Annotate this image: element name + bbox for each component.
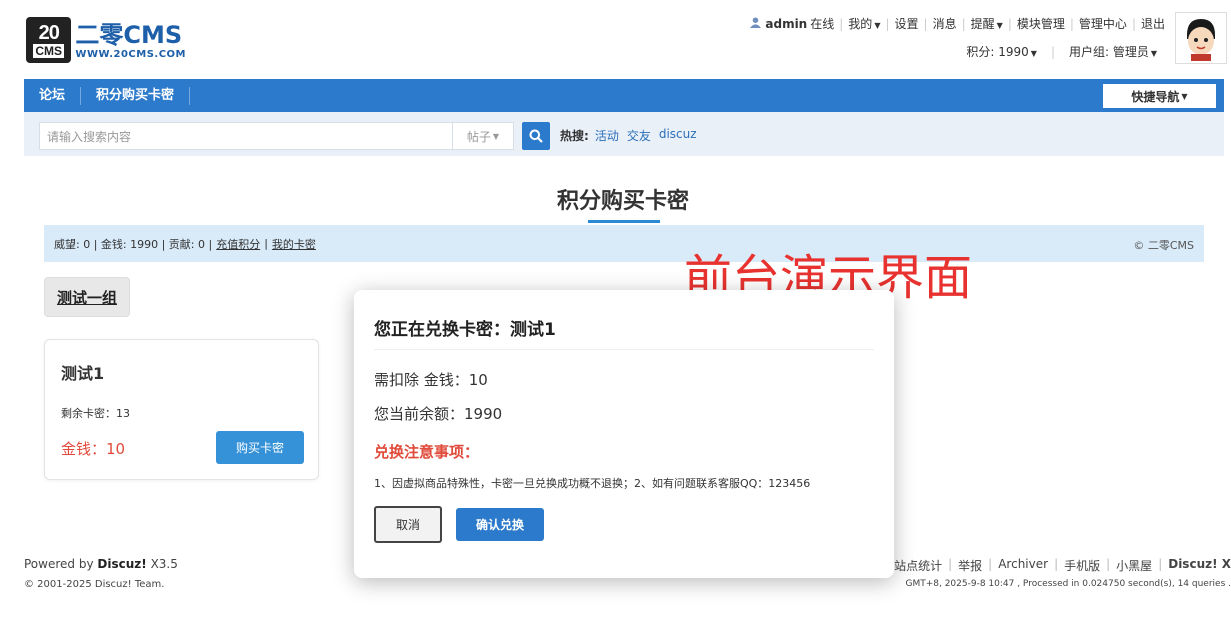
admin-center-link[interactable]: 管理中心 <box>1079 15 1127 32</box>
search-bar: 请输入搜索内容 帖子 ▼ 热搜: 活动 交友 discuz <box>24 112 1224 156</box>
notice-text: 1、因虚拟商品特殊性，卡密一旦兑换成功概不退换；2、如有问题联系客服QQ：123… <box>374 477 811 490</box>
page-title: 积分购买卡密 <box>556 189 689 214</box>
chevron-down-icon: ▼ <box>1030 49 1037 58</box>
main-nav: 论坛 积分购买卡密 快捷导航 ▼ <box>24 79 1224 112</box>
card-remaining: 剩余卡密：13 <box>61 407 130 420</box>
usergroup-menu[interactable]: 用户组: 管理员 ▼ <box>1069 43 1157 60</box>
footer-brand[interactable]: Discuz! X <box>1168 557 1231 574</box>
logo-mark: 20 CMS <box>26 17 72 63</box>
search-type-label: 帖子 <box>466 129 491 144</box>
footer-link-report[interactable]: 举报 <box>958 557 982 574</box>
logo-url: WWW.20CMS.COM <box>75 48 186 60</box>
chevron-down-icon: ▼ <box>1181 91 1188 101</box>
site-copyright: © 二零CMS <box>1133 239 1194 252</box>
nav-item-buy-card[interactable]: 积分购买卡密 <box>81 86 191 105</box>
card-title: 测试1 <box>61 364 105 383</box>
module-admin-link[interactable]: 模块管理 <box>1017 15 1065 32</box>
recharge-link[interactable]: 充值积分 <box>216 236 260 252</box>
footer-stats: GMT+8, 2025-9-8 10:47 , Processed in 0.0… <box>905 579 1231 589</box>
info-separator: | <box>264 237 268 250</box>
logout-link[interactable]: 退出 <box>1141 15 1165 32</box>
logo-mark-top: 20 <box>38 21 60 44</box>
site-logo[interactable]: 20 CMS 二零CMS WWW.20CMS.COM <box>26 15 186 65</box>
user-icon <box>750 16 762 31</box>
online-status: 在线 <box>810 17 835 31</box>
footer-links: 站点统计 | 举报 | Archiver | 手机版 | 小黑屋 | Discuz! X <box>894 557 1231 574</box>
quick-nav-button[interactable]: 快捷导航 ▼ <box>1103 84 1216 108</box>
product-card: 测试1 剩余卡密：13 金钱：10 购买卡密 <box>44 339 319 480</box>
my-menu-label: 我的 <box>848 17 873 31</box>
current-balance: 您当前余额：1990 <box>374 405 503 423</box>
credit-info-bar: 威望: 0 | 金钱: 1990 | 贡献: 0 | 充值积分 | 我的卡密 ©… <box>44 225 1204 262</box>
confirm-exchange-button[interactable]: 确认兑换 <box>456 508 544 541</box>
search-button[interactable] <box>522 122 550 150</box>
usergroup-label: 用户组: 管理员 <box>1068 45 1149 59</box>
hot-link-discuz[interactable]: discuz <box>659 127 697 144</box>
hot-search: 热搜: 活动 交友 discuz <box>560 127 705 144</box>
messages-link[interactable]: 消息 <box>933 15 957 32</box>
search-icon <box>529 129 543 143</box>
nav-item-forum[interactable]: 论坛 <box>24 86 82 105</box>
chevron-down-icon: ▼ <box>996 21 1003 30</box>
search-type-select[interactable]: 帖子 ▼ <box>452 122 514 150</box>
notice-title: 兑换注意事项： <box>374 443 480 461</box>
chevron-down-icon: ▼ <box>1150 49 1157 58</box>
dialog-divider <box>374 349 874 350</box>
dialog-title: 您正在兑换卡密：测试1 <box>374 320 556 340</box>
exchange-dialog: 您正在兑换卡密：测试1 需扣除 金钱：10 您当前余额：1990 兑换注意事项：… <box>354 290 894 578</box>
footer-link-mobile[interactable]: 手机版 <box>1064 557 1100 574</box>
points-menu[interactable]: 积分: 1990 ▼ <box>966 43 1037 60</box>
settings-link[interactable]: 设置 <box>895 15 919 32</box>
powered-brand-link[interactable]: Discuz! <box>97 557 146 571</box>
logo-text: 二零CMS WWW.20CMS.COM <box>75 21 186 60</box>
hot-search-label: 热搜: <box>560 129 589 143</box>
points-label: 积分: 1990 <box>966 45 1029 59</box>
deduct-amount: 需扣除 金钱：10 <box>374 371 488 389</box>
powered-prefix: Powered by <box>24 557 94 571</box>
my-menu[interactable]: 我的 ▼ <box>848 15 880 32</box>
search-input[interactable]: 请输入搜索内容 <box>39 122 454 150</box>
avatar[interactable] <box>1175 12 1227 64</box>
cancel-button[interactable]: 取消 <box>374 506 442 543</box>
chevron-down-icon: ▼ <box>874 21 881 30</box>
footer-link-blacklist[interactable]: 小黑屋 <box>1116 557 1152 574</box>
footer-link-archiver[interactable]: Archiver <box>998 557 1048 574</box>
hot-link-friends[interactable]: 交友 <box>627 127 651 144</box>
title-underline <box>588 220 660 223</box>
footer-link-stats[interactable]: 站点统计 <box>894 557 942 574</box>
logo-mark-bottom: CMS <box>33 43 65 58</box>
notifications-menu[interactable]: 提醒 ▼ <box>971 15 1003 32</box>
footer-copyright: © 2001-2025 Discuz! Team. <box>24 579 165 590</box>
my-cards-link[interactable]: 我的卡密 <box>272 236 316 252</box>
user-bar: admin 在线 | 我的 ▼ | 设置 | 消息 | 提醒 ▼ | 模块管理 | … <box>750 15 1165 32</box>
user-stats-bar: 积分: 1990 ▼ | 用户组: 管理员 ▼ <box>966 43 1157 60</box>
buy-card-button[interactable]: 购买卡密 <box>216 431 304 464</box>
quick-nav-label: 快捷导航 <box>1131 89 1180 104</box>
powered-version: X3.5 <box>150 557 178 571</box>
card-price: 金钱：10 <box>61 440 126 458</box>
logo-title: 二零CMS <box>75 20 183 49</box>
tab-group-test1[interactable]: 测试一组 <box>44 277 130 317</box>
hot-link-activity[interactable]: 活动 <box>595 127 619 144</box>
powered-by: Powered by Discuz! X3.5 <box>24 557 178 571</box>
chevron-down-icon: ▼ <box>492 131 500 141</box>
username-link[interactable]: admin <box>765 17 807 31</box>
notifications-label: 提醒 <box>970 17 995 31</box>
credit-stats: 威望: 0 | 金钱: 1990 | 贡献: 0 | <box>54 237 213 251</box>
